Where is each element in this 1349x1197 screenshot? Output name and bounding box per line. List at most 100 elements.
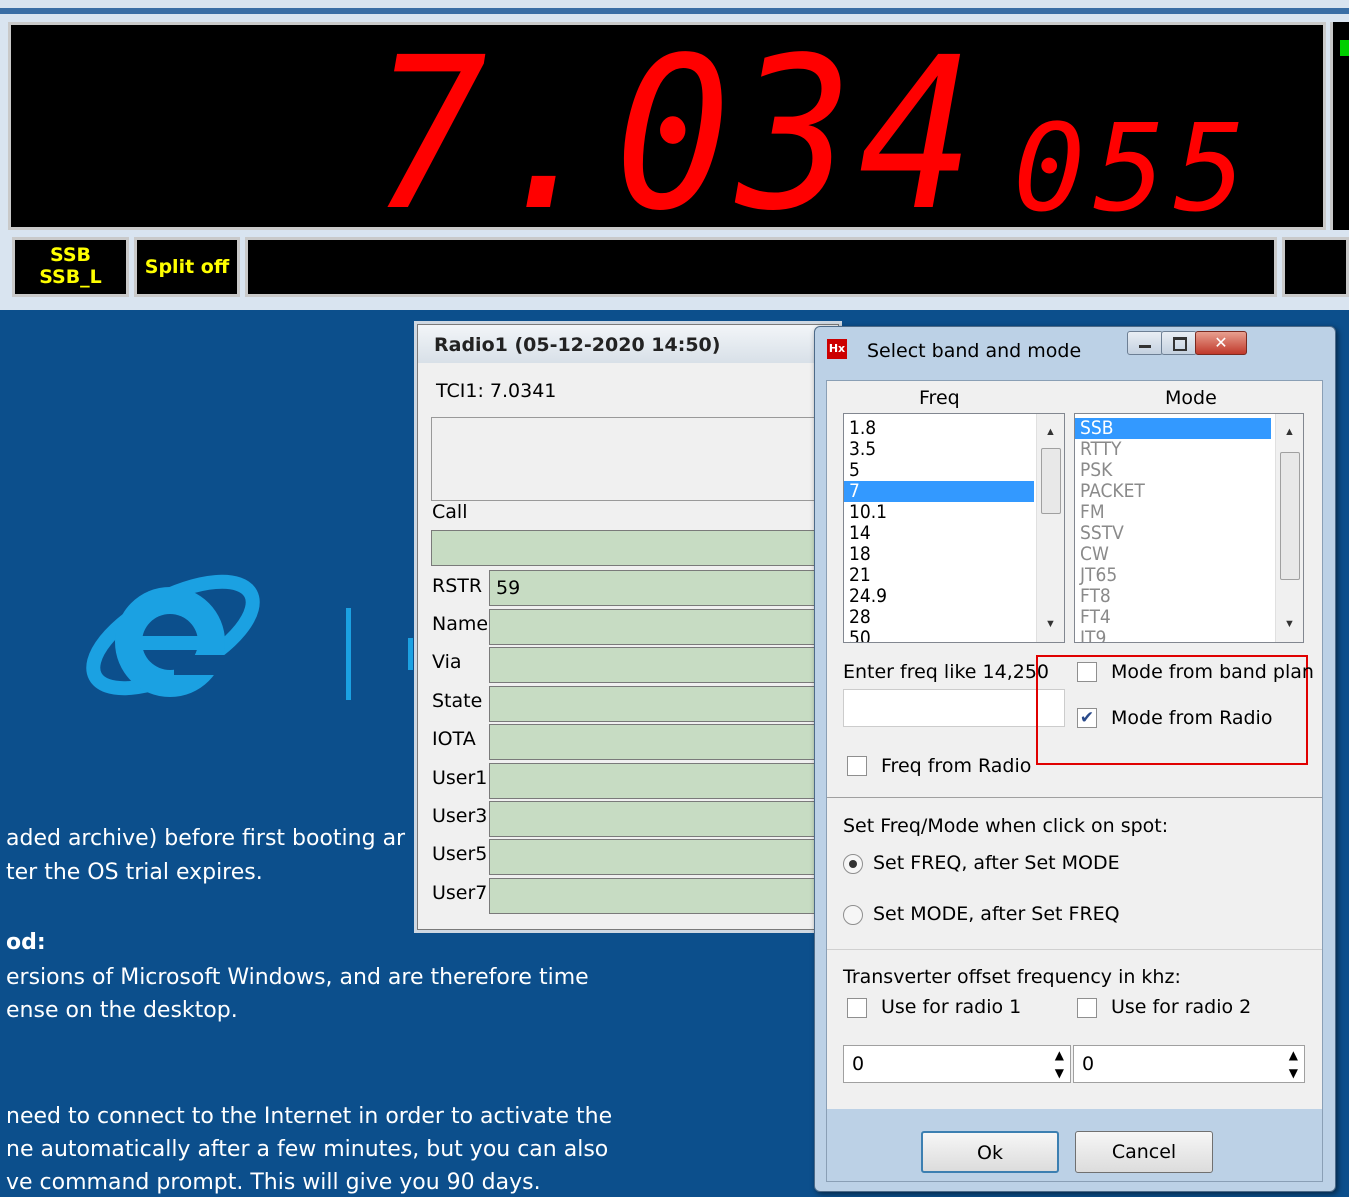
page-text-line: ersions of Microsoft Windows, and are th… (6, 965, 589, 990)
offset-radio1-spinner[interactable]: 0 ▲ ▼ (843, 1045, 1071, 1083)
freq-header: Freq (919, 387, 960, 409)
spin-updown-icon[interactable]: ▲ ▼ (1289, 1046, 1298, 1082)
field-label: Name (432, 613, 489, 635)
radio1-title: Radio1 (05-12-2020 14:50) (434, 334, 721, 356)
cancel-label: Cancel (1111, 1141, 1177, 1163)
list-item[interactable]: 10.1 (844, 502, 1034, 523)
freq-scrollbar[interactable]: ▲ ▼ (1036, 414, 1064, 642)
field-label: State (432, 689, 483, 712)
set-freq-first-radio[interactable] (843, 854, 863, 874)
info-panel-right (1282, 237, 1349, 297)
radio1-titlebar[interactable]: Radio1 (05-12-2020 14:50) (418, 325, 838, 363)
rstr-value: 59 (496, 577, 521, 599)
mode-line-1: SSB (50, 244, 91, 266)
mode-from-band-plan-checkbox[interactable] (1077, 662, 1097, 682)
split-indicator[interactable]: Split off (134, 237, 240, 297)
scroll-thumb[interactable] (1280, 452, 1300, 580)
enter-freq-input[interactable] (843, 689, 1065, 727)
scroll-up-icon[interactable]: ▲ (1284, 426, 1295, 438)
list-item[interactable]: JT65 (1075, 565, 1271, 586)
ok-button[interactable]: Ok (921, 1131, 1059, 1173)
field-input[interactable] (489, 877, 841, 914)
scroll-down-icon[interactable]: ▼ (1045, 618, 1056, 630)
list-item[interactable]: RTTY (1075, 439, 1271, 460)
list-item[interactable]: FM (1075, 502, 1271, 523)
mode-from-radio-checkbox[interactable]: ✔ (1077, 708, 1097, 728)
list-item[interactable]: 5 (844, 460, 1034, 481)
list-item[interactable]: FT8 (1075, 586, 1271, 607)
field-input[interactable] (489, 801, 841, 837)
field-input[interactable] (489, 724, 841, 761)
list-item[interactable]: PSK (1075, 460, 1271, 481)
field-label: User3 (432, 805, 488, 827)
dialog-title: Select band and mode (867, 340, 1082, 362)
field-input[interactable] (489, 685, 841, 722)
list-item[interactable]: SSTV (1075, 523, 1271, 544)
list-item[interactable]: SSB (1075, 418, 1271, 439)
list-item[interactable]: 18 (844, 544, 1034, 565)
mode-from-band-plan-label: Mode from band plan (1111, 661, 1314, 683)
list-item[interactable]: 50 (844, 628, 1034, 643)
freq-from-radio-label: Freq from Radio (881, 755, 1032, 777)
close-button[interactable]: ✕ (1195, 331, 1247, 355)
scroll-thumb[interactable] (1041, 448, 1061, 514)
page-text-line: aded archive) before first booting ar (6, 826, 406, 851)
field-input[interactable] (489, 609, 841, 645)
mode-header: Mode (1165, 387, 1217, 409)
field-input[interactable] (489, 647, 841, 684)
list-item[interactable]: CW (1075, 544, 1271, 565)
field-input[interactable] (489, 762, 841, 799)
use-radio1-checkbox[interactable] (847, 998, 867, 1018)
list-item[interactable]: 21 (844, 565, 1034, 586)
call-label: Call (432, 501, 468, 523)
cancel-button[interactable]: Cancel (1075, 1131, 1213, 1173)
page-text-line: ter the OS trial expires. (6, 860, 263, 885)
close-icon: ✕ (1214, 333, 1228, 352)
mode-indicator[interactable]: SSB SSB_L (12, 237, 129, 297)
offset-radio2-spinner[interactable]: 0 ▲ ▼ (1073, 1045, 1305, 1083)
set-freq-first-label: Set FREQ, after Set MODE (873, 852, 1120, 874)
field-label: User7 (432, 881, 488, 904)
list-item[interactable]: 14 (844, 523, 1034, 544)
list-item[interactable]: PACKET (1075, 481, 1271, 502)
field-label: Via (432, 651, 462, 674)
list-item[interactable]: FT4 (1075, 607, 1271, 628)
list-item[interactable]: 1.8 (844, 418, 1034, 439)
freq-from-radio-checkbox[interactable] (847, 756, 867, 776)
rstr-field[interactable]: 59 (489, 570, 841, 606)
mode-line-2: SSB_L (39, 266, 102, 288)
list-item[interactable]: 24.9 (844, 586, 1034, 607)
spin-updown-icon[interactable]: ▲ ▼ (1055, 1046, 1064, 1082)
list-item[interactable]: 3.5 (844, 439, 1034, 460)
maximize-button[interactable] (1161, 331, 1197, 355)
list-item[interactable]: JT9 (1075, 628, 1271, 643)
freq-listbox[interactable]: 1.8 3.5 5 7 10.1 14 18 21 24.9 28 50 ▲ ▼ (843, 413, 1065, 643)
split-label: Split off (144, 256, 230, 278)
internet-explorer-logo-icon (86, 574, 260, 697)
status-led (1340, 40, 1349, 56)
set-mode-first-radio[interactable] (843, 905, 863, 925)
check-icon: ✔ (1079, 708, 1095, 727)
field-input[interactable] (489, 839, 841, 876)
mode-from-radio-label: Mode from Radio (1111, 707, 1273, 729)
list-item[interactable]: 28 (844, 607, 1034, 628)
use-radio2-checkbox[interactable] (1077, 998, 1097, 1018)
page-text-line: need to connect to the Internet in order… (6, 1104, 613, 1129)
mode-scrollbar[interactable]: ▲ ▼ (1275, 414, 1303, 642)
scroll-up-icon[interactable]: ▲ (1045, 426, 1056, 438)
offset-radio1-value: 0 (852, 1053, 865, 1075)
click-spot-label: Set Freq/Mode when click on spot: (843, 815, 1169, 837)
ok-label: Ok (977, 1142, 1003, 1164)
scroll-down-icon[interactable]: ▼ (1284, 618, 1295, 630)
list-item[interactable]: 7 (844, 481, 1034, 502)
maximize-icon (1173, 337, 1187, 351)
minimize-button[interactable] (1127, 331, 1163, 355)
offset-radio2-value: 0 (1082, 1053, 1095, 1075)
mode-listbox[interactable]: SSB RTTY PSK PACKET FM SSTV CW JT65 FT8 FT4 JT9 ▲ … (1074, 413, 1304, 643)
info-panel (245, 237, 1277, 297)
field-label: User1 (432, 766, 488, 789)
page-text-line: ve command prompt. This will give you 90… (6, 1170, 541, 1195)
transverter-label: Transverter offset frequency in khz: (843, 966, 1181, 988)
enter-freq-label: Enter freq like 14,250 (843, 661, 1050, 683)
call-field[interactable] (431, 530, 841, 566)
